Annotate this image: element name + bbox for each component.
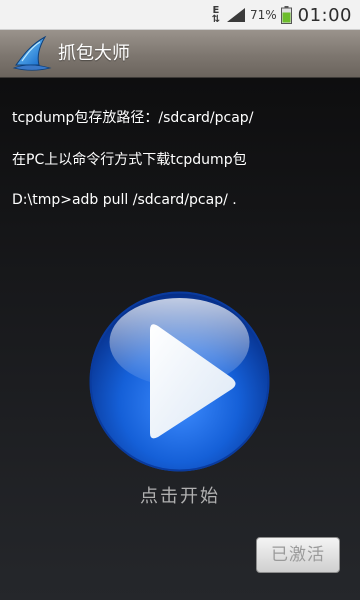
data-activity-arrows-icon: ⇅ <box>211 14 221 25</box>
status-icons: E ⇅ 71% 01:00 <box>210 2 352 28</box>
activated-button[interactable]: 已激活 <box>256 537 340 573</box>
start-label: 点击开始 <box>140 486 220 507</box>
storage-path-text: tcpdump包存放路径：/sdcard/pcap/ <box>12 110 254 126</box>
network-type-indicator: E ⇅ <box>210 6 222 25</box>
status-bar: E ⇅ 71% 01:00 <box>0 0 360 30</box>
main-content: tcpdump包存放路径：/sdcard/pcap/ 在PC上以命令行方式下载t… <box>0 78 360 600</box>
signal-strength-icon <box>226 8 245 22</box>
title-bar: 抓包大师 <box>0 30 360 78</box>
battery-percent: 71% <box>249 8 277 22</box>
download-hint-text: 在PC上以命令行方式下载tcpdump包 <box>12 152 247 168</box>
play-button[interactable] <box>88 290 271 473</box>
app-title: 抓包大师 <box>58 43 130 64</box>
play-icon <box>89 291 270 472</box>
battery-icon <box>280 6 292 24</box>
clock: 01:00 <box>297 4 352 26</box>
adb-command-text: D:\tmp>adb pull /sdcard/pcap/ . <box>12 192 237 208</box>
shark-fin-icon[interactable] <box>12 35 52 73</box>
